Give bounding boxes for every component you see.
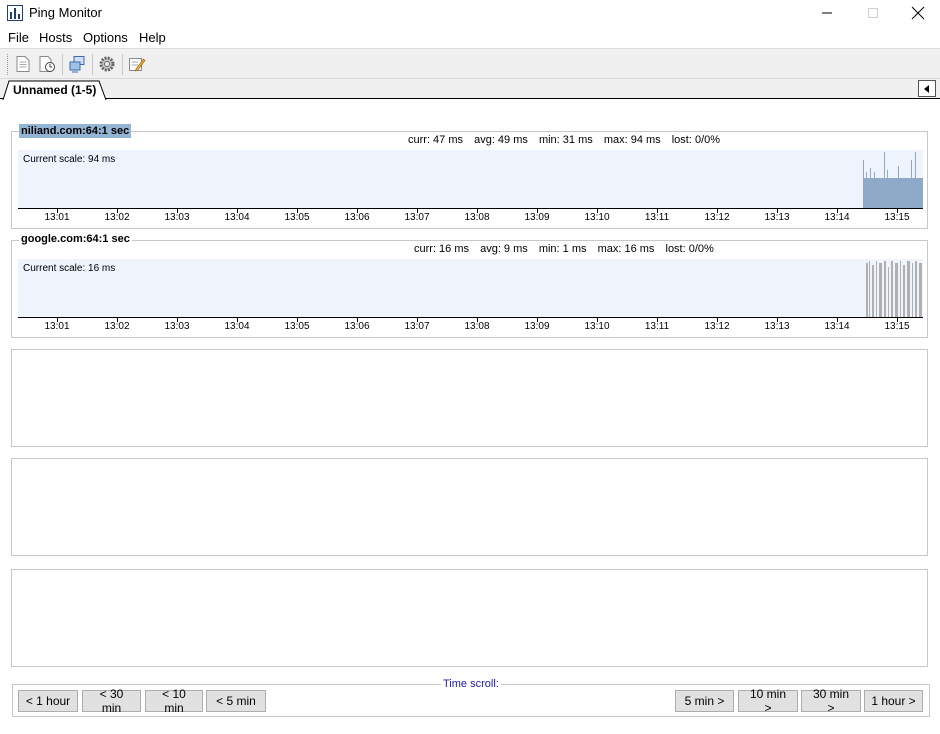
back-30-min-button[interactable]: < 30 min <box>82 687 141 715</box>
time-label: 13:10 <box>584 321 610 332</box>
menu-help[interactable]: Help <box>139 30 166 45</box>
ping-graph[interactable]: Current scale: 94 ms <box>18 150 923 208</box>
edit-notes-icon[interactable] <box>128 55 146 73</box>
time-label: 13:05 <box>284 321 310 332</box>
tab-scroll-left-button[interactable] <box>918 80 936 97</box>
time-label: 13:03 <box>164 321 190 332</box>
new-document-icon[interactable] <box>14 55 32 73</box>
toolbar-grip[interactable] <box>7 54 9 75</box>
toolbar-separator <box>62 54 63 75</box>
time-label: 13:05 <box>284 212 310 223</box>
menu-file[interactable]: File <box>8 30 29 45</box>
stat-lost: lost: 0/0% <box>671 134 721 146</box>
menu-hosts[interactable]: Hosts <box>39 30 72 45</box>
back-5-min-button[interactable]: < 5 min <box>206 690 266 712</box>
schedule-icon[interactable] <box>38 55 56 73</box>
time-label: 13:01 <box>44 321 70 332</box>
maximize-icon <box>868 8 878 18</box>
toolbar <box>0 48 940 79</box>
ping-bars <box>866 261 922 317</box>
time-label: 13:09 <box>524 212 550 223</box>
forward-5-min-button[interactable]: 5 min > <box>675 690 734 712</box>
time-label: 13:14 <box>824 321 850 332</box>
stat-curr: curr: 47 ms <box>408 134 464 146</box>
back-10-min-button[interactable]: < 10 min <box>145 687 203 715</box>
time-label: 13:02 <box>104 321 130 332</box>
stat-max: max: 16 ms <box>597 243 655 255</box>
hosts-icon[interactable] <box>68 55 86 73</box>
time-label: 13:07 <box>404 321 430 332</box>
empty-host-panel[interactable] <box>11 458 928 556</box>
host-stats: curr: 16 ms avg: 9 ms min: 1 ms max: 16 … <box>414 243 722 255</box>
tab-scroll-left-icon <box>924 84 929 93</box>
back-1-hour-button[interactable]: < 1 hour <box>18 690 78 712</box>
time-label: 13:02 <box>104 212 130 223</box>
title-bar: Ping Monitor <box>0 0 940 26</box>
time-axis: 13:01 13:02 13:03 13:04 13:05 13:06 13:0… <box>18 208 923 226</box>
time-scroll-label: Time scroll: <box>441 678 501 690</box>
time-axis: 13:01 13:02 13:03 13:04 13:05 13:06 13:0… <box>18 317 923 335</box>
time-label: 13:11 <box>644 212 670 223</box>
maximize-button[interactable] <box>850 0 896 26</box>
time-label: 13:08 <box>464 212 490 223</box>
time-label: 13:15 <box>884 212 910 223</box>
time-label: 13:13 <box>764 212 790 223</box>
close-button[interactable] <box>895 0 940 26</box>
time-label: 13:06 <box>344 212 370 223</box>
tab-unnamed[interactable]: Unnamed (1-5) <box>2 80 107 100</box>
time-label: 13:11 <box>644 321 670 332</box>
host-title[interactable]: google.com:64:1 sec <box>19 233 132 245</box>
time-label: 13:04 <box>224 321 250 332</box>
stat-lost: lost: 0/0% <box>665 243 714 255</box>
ping-graph[interactable]: Current scale: 16 ms <box>18 259 923 317</box>
stat-min: min: 1 ms <box>538 243 587 255</box>
time-scroll-group: Time scroll: < 1 hour < 30 min < 10 min … <box>12 678 930 717</box>
tab-bar: Unnamed (1-5) <box>0 79 940 100</box>
stat-max: max: 94 ms <box>603 134 661 146</box>
time-label: 13:12 <box>704 212 730 223</box>
forward-10-min-button[interactable]: 10 min > <box>738 687 798 715</box>
window-title: Ping Monitor <box>29 5 102 20</box>
time-label: 13:15 <box>884 321 910 332</box>
time-label: 13:08 <box>464 321 490 332</box>
time-label: 13:12 <box>704 321 730 332</box>
stat-avg: avg: 49 ms <box>474 134 528 146</box>
time-label: 13:10 <box>584 212 610 223</box>
time-label: 13:03 <box>164 212 190 223</box>
time-label: 13:01 <box>44 212 70 223</box>
host-panel: google.com:64:1 sec curr: 16 ms avg: 9 m… <box>11 233 928 338</box>
time-label: 13:04 <box>224 212 250 223</box>
minimize-icon <box>822 12 832 14</box>
app-chart-icon <box>7 5 23 21</box>
tab-label: Unnamed (1-5) <box>13 83 97 97</box>
host-panel: niliand.com:64:1 sec curr: 47 ms avg: 49… <box>11 124 928 229</box>
forward-1-hour-button[interactable]: 1 hour > <box>864 690 923 712</box>
close-icon <box>911 6 925 20</box>
settings-gear-icon[interactable] <box>98 55 116 73</box>
stat-avg: avg: 9 ms <box>480 243 528 255</box>
time-label: 13:09 <box>524 321 550 332</box>
time-label: 13:07 <box>404 212 430 223</box>
time-label: 13:13 <box>764 321 790 332</box>
host-stats: curr: 47 ms avg: 49 ms min: 31 ms max: 9… <box>408 134 728 146</box>
time-label: 13:14 <box>824 212 850 223</box>
forward-30-min-button[interactable]: 30 min > <box>801 687 861 715</box>
toolbar-separator <box>122 54 123 75</box>
menu-options[interactable]: Options <box>83 30 128 45</box>
menu-bar: File Hosts Options Help <box>0 27 940 48</box>
ping-bars <box>863 152 923 208</box>
empty-host-panel[interactable] <box>11 349 928 447</box>
minimize-button[interactable] <box>804 0 850 26</box>
empty-host-panel[interactable] <box>11 569 928 667</box>
host-title[interactable]: niliand.com:64:1 sec <box>19 124 132 138</box>
time-label: 13:06 <box>344 321 370 332</box>
stat-min: min: 31 ms <box>538 134 593 146</box>
stat-curr: curr: 16 ms <box>414 243 470 255</box>
toolbar-separator <box>92 54 93 75</box>
